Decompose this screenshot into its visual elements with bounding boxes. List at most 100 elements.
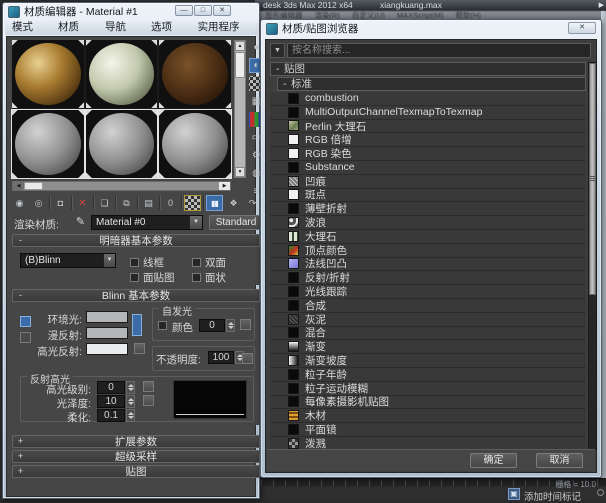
diffuse-specular-lock-icon[interactable] (20, 332, 31, 343)
make-material-copy-icon[interactable]: ❏ (96, 195, 113, 211)
self-illum-map-button[interactable] (240, 319, 251, 330)
collapse-icon[interactable]: - (16, 291, 25, 300)
assign-material-to-selection-icon[interactable]: ◘ (52, 195, 69, 211)
slots-vertical-scrollbar[interactable]: ▲ ▼ (234, 40, 246, 178)
app-icon (8, 6, 20, 18)
specular-color-swatch[interactable] (86, 343, 128, 355)
shader-type-dropdown[interactable]: (B)Blinn ▼ (20, 253, 116, 268)
material-map-browser-window: 材质/贴图浏览器 ✕ ▼ -贴图 -标准 combustion MultiOut… (260, 19, 602, 478)
close-button[interactable]: ✕ (568, 22, 596, 34)
group-maps[interactable]: -贴图 (270, 62, 586, 76)
search-filter-icon[interactable]: ▼ (270, 43, 285, 58)
material-editor-content: ▲ ▼ ● ◐ ▦ ▭ ⚙ ◍ ≡ ◀ ▶ ◉ ◎ ◘ ✕ (6, 36, 256, 497)
expand-icon[interactable]: + (16, 452, 25, 461)
material-name-dropdown[interactable]: Material #0 ▼ (91, 215, 203, 230)
close-button[interactable]: ✕ (213, 5, 231, 16)
group-standard[interactable]: -标准 (277, 77, 586, 91)
minimize-button[interactable]: — (175, 5, 193, 16)
ambient-diffuse-lock-icon[interactable] (20, 316, 31, 327)
maximize-button[interactable]: □ (194, 5, 212, 16)
go-forward-to-sibling-icon[interactable]: ↷ (244, 195, 261, 211)
glossiness-map-button[interactable] (143, 395, 154, 406)
ambient-color-swatch[interactable] (86, 311, 128, 323)
scroll-right-icon[interactable]: ▶ (219, 182, 230, 190)
chevron-down-icon[interactable]: ▼ (189, 216, 202, 229)
material-editor-titlebar[interactable]: 材质编辑器 - Material #1 — □ ✕ (3, 3, 259, 20)
show-end-result-icon[interactable]: ▮▮ (206, 195, 223, 211)
scroll-down-icon[interactable]: ▼ (235, 167, 245, 177)
reset-map-icon[interactable]: ✕ (74, 195, 91, 211)
cancel-button[interactable]: 取消 (536, 453, 583, 468)
expand-icon[interactable]: + (16, 437, 25, 446)
show-map-in-viewport-icon[interactable] (184, 195, 201, 211)
glossiness-spinner[interactable] (126, 395, 135, 408)
wireframe-checkbox[interactable] (130, 258, 139, 267)
sample-slot-3[interactable] (159, 40, 231, 108)
material-type-button[interactable]: Standard (209, 215, 263, 230)
map-swatch (288, 314, 299, 325)
ambient-diffuse-map-lock-icon[interactable] (132, 314, 142, 336)
map-swatch (288, 189, 299, 200)
put-material-to-scene-icon[interactable]: ◎ (30, 195, 47, 211)
faceted-checkbox[interactable] (192, 273, 201, 282)
scroll-left-icon[interactable]: ◀ (13, 182, 24, 190)
self-illum-color-checkbox[interactable] (158, 321, 167, 330)
add-time-tag-label[interactable]: 添加时间标记 (524, 489, 581, 503)
list-item[interactable]: RGB 染色 (270, 147, 586, 161)
soften-value[interactable]: 0.1 (97, 409, 125, 422)
sample-slot-6[interactable] (159, 110, 231, 178)
rollout-header[interactable]: - 明暗器基本参数 (12, 234, 260, 247)
expand-icon[interactable]: + (16, 467, 25, 476)
slots-horizontal-scrollbar[interactable]: ◀ ▶ (12, 181, 231, 191)
face-map-checkbox[interactable] (130, 273, 139, 282)
menu-utilities[interactable]: 实用程序(U) (198, 20, 250, 35)
supersampling-rollout[interactable]: +超级采样 (12, 450, 260, 463)
timeline-ruler[interactable] (261, 479, 606, 486)
menu-navigation[interactable]: 导航(N) (105, 20, 138, 35)
sample-slot-1[interactable] (12, 40, 84, 108)
ok-button[interactable]: 确定 (470, 453, 517, 468)
specular-level-value[interactable]: 0 (97, 381, 125, 394)
make-unique-icon[interactable]: ⧉ (118, 195, 135, 211)
diffuse-color-swatch[interactable] (86, 327, 128, 339)
material-id-channel-icon[interactable]: 0 (162, 195, 179, 211)
status-dot (597, 489, 604, 496)
collapse-icon[interactable]: - (283, 78, 291, 90)
browser-titlebar[interactable]: 材质/贴图浏览器 (261, 20, 601, 37)
scrollbar-thumb[interactable] (235, 52, 245, 78)
soften-spinner[interactable] (126, 409, 135, 422)
two-sided-checkbox[interactable] (192, 258, 201, 267)
extended-params-rollout[interactable]: +扩展参数 (12, 435, 260, 448)
maps-rollout[interactable]: +贴图 (12, 465, 260, 478)
material-sphere-marble (89, 43, 155, 105)
opacity-map-button[interactable] (242, 353, 253, 364)
specular-map-button[interactable] (134, 343, 145, 354)
browser-scrollbar[interactable] (588, 62, 597, 450)
collapse-icon[interactable]: - (276, 63, 284, 75)
menu-material[interactable]: 材质(M) (58, 20, 92, 35)
menu-options[interactable]: 选项(O) (151, 20, 185, 35)
specular-level-spinner[interactable] (126, 381, 135, 394)
sample-slot-5[interactable] (86, 110, 158, 178)
go-to-parent-icon[interactable]: ❖ (225, 195, 242, 211)
glossiness-value[interactable]: 10 (97, 395, 125, 408)
add-time-tag-icon[interactable]: ▣ (508, 488, 520, 500)
collapse-icon[interactable]: - (16, 236, 25, 245)
self-illum-value[interactable]: 0 (199, 319, 225, 332)
sample-slot-2[interactable] (86, 40, 158, 108)
map-swatch (288, 120, 299, 131)
menu-mode[interactable]: 模式(D) (12, 20, 45, 35)
eyedropper-icon[interactable]: ✎ (73, 215, 88, 230)
rollout-header[interactable]: - Blinn 基本参数 (12, 289, 260, 302)
self-illum-spinner[interactable] (226, 319, 235, 332)
scrollbar-thumb[interactable] (24, 182, 43, 190)
scroll-up-icon[interactable]: ▲ (235, 41, 245, 51)
get-material-icon[interactable]: ◉ (11, 195, 28, 211)
search-input[interactable] (287, 43, 591, 58)
list-item[interactable]: combustion (270, 92, 586, 106)
chevron-down-icon[interactable]: ▼ (103, 254, 115, 267)
opacity-value[interactable]: 100 (208, 351, 234, 364)
put-to-library-icon[interactable]: ▤ (140, 195, 157, 211)
sample-slot-4[interactable] (12, 110, 84, 178)
specular-level-map-button[interactable] (143, 381, 154, 392)
